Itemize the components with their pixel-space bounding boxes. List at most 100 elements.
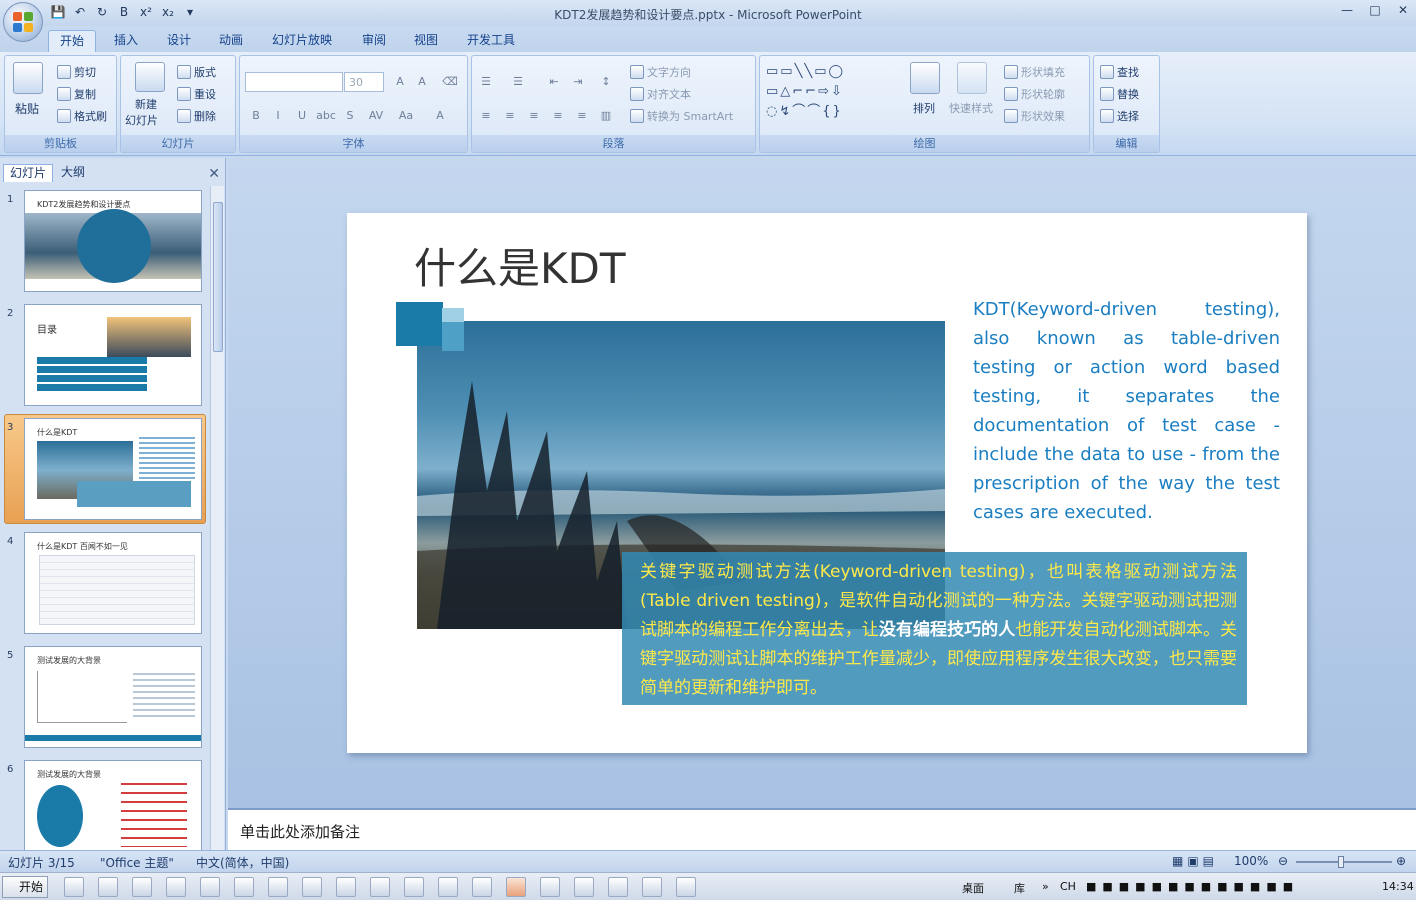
app-icon[interactable] [676,877,696,897]
tab-insert[interactable]: 插入 [103,30,149,52]
change-case-button[interactable]: Aa [396,106,416,126]
grow-font-icon[interactable]: A [390,72,410,92]
replace-button[interactable]: 替换 [1100,86,1139,102]
decrease-indent-icon[interactable]: ⇤ [544,72,564,92]
convert-smartart-button[interactable]: 转换为 SmartArt [630,108,733,124]
italic-button[interactable]: I [268,106,288,126]
format-painter-button[interactable]: 格式刷 [57,108,107,124]
shrink-font-icon[interactable]: A [412,72,432,92]
slide-thumbnail-6[interactable]: 测试发展的大背景 [24,760,202,850]
close-panel-icon[interactable]: ✕ [208,166,220,182]
tab-slides[interactable]: 幻灯片 [3,164,54,182]
delete-slide-button[interactable]: 删除 [177,108,216,124]
library-toolbar[interactable]: 库 [1014,880,1025,896]
slide-thumbnail-2[interactable]: 目录 [24,304,202,406]
distribute-icon[interactable]: ≡ [572,106,592,126]
zoom-out-icon[interactable]: ⊖ [1278,854,1288,868]
new-slide-button[interactable]: 新建 [135,96,157,112]
app-icon[interactable] [574,877,594,897]
tab-slideshow[interactable]: 幻灯片放映 [261,30,343,52]
english-definition[interactable]: KDT(Keyword-driven testing), also known … [973,295,1280,527]
shape-outline-button[interactable]: 形状轮廓 [1004,86,1065,102]
app-icon[interactable] [540,877,560,897]
zoom-slider-thumb[interactable] [1338,856,1344,868]
tab-outline[interactable]: 大纲 [55,164,91,182]
cmd-icon[interactable] [268,877,288,897]
bullets-icon[interactable]: ☰ [476,72,496,92]
find-button[interactable]: 查找 [1100,64,1139,80]
tab-developer[interactable]: 开发工具 [456,30,526,52]
tab-design[interactable]: 设计 [156,30,202,52]
toolbar-chevron-icon[interactable]: » [1042,880,1049,893]
desktop-toolbar[interactable]: 桌面 [962,880,984,896]
powerpoint-icon[interactable] [506,877,526,897]
char-spacing-button[interactable]: AV [366,106,386,126]
notes-pane[interactable]: 单击此处添加备注 [228,808,1416,850]
slide-thumbnail-1[interactable]: KDT2发展趋势和设计要点 [24,190,202,292]
app-icon[interactable] [200,877,220,897]
shape-fill-button[interactable]: 形状填充 [1004,64,1065,80]
shapes-gallery[interactable]: ▭▭╲╲▭◯ ▭△⌐⌐⇨⇩ ◌↯⌒⌒{} [766,62,894,124]
bold-button[interactable]: B [246,106,266,126]
font-color-button[interactable]: A [430,106,450,126]
app-icon[interactable] [608,877,628,897]
maximize-button[interactable]: □ [1368,3,1382,17]
clock[interactable]: 14:34 [1382,880,1414,893]
quick-styles-button[interactable]: 快速样式 [949,100,993,116]
select-button[interactable]: 选择 [1100,108,1139,124]
font-name-box[interactable] [245,72,343,92]
input-method[interactable]: CH [1060,880,1076,893]
browser-icon[interactable] [98,877,118,897]
new-slide-icon[interactable] [135,62,165,92]
paste-icon[interactable] [13,62,43,94]
layout-button[interactable]: 版式 [177,64,216,80]
office-button[interactable] [3,2,43,42]
minimize-button[interactable]: — [1340,3,1354,17]
arrange-button[interactable]: 排列 [913,100,935,116]
justify-icon[interactable]: ≡ [548,106,568,126]
cut-button[interactable]: 剪切 [57,64,96,80]
increase-indent-icon[interactable]: ⇥ [568,72,588,92]
app-icon[interactable] [438,877,458,897]
shadow-button[interactable]: S [340,106,360,126]
language-indicator[interactable]: 中文(简体，中国) [196,854,289,871]
tray-icons[interactable]: ■■■■■■■■■■■■■ [1086,880,1299,893]
tab-home[interactable]: 开始 [48,30,97,52]
align-left-icon[interactable]: ≡ [476,106,496,126]
underline-button[interactable]: U [292,106,312,126]
new-slide-button-line2[interactable]: 幻灯片 [125,112,158,128]
clear-format-icon[interactable]: ⌫ [440,72,460,92]
quick-styles-icon[interactable] [957,62,987,94]
start-button[interactable]: 开始 [2,876,48,898]
app-icon[interactable] [472,877,492,897]
font-size-box[interactable]: 30 [344,72,384,92]
zoom-slider[interactable] [1296,861,1392,863]
columns-icon[interactable]: ▥ [596,106,616,126]
align-center-icon[interactable]: ≡ [500,106,520,126]
shape-effects-button[interactable]: 形状效果 [1004,108,1065,124]
line-spacing-icon[interactable]: ↕ [596,72,616,92]
app-icon[interactable] [234,877,254,897]
copy-button[interactable]: 复制 [57,86,96,102]
tab-animations[interactable]: 动画 [208,30,254,52]
slide-thumbnail-3[interactable]: 什么是KDT [24,418,202,520]
chrome-icon[interactable] [132,877,152,897]
search-icon[interactable] [302,877,322,897]
document-icon[interactable] [370,877,390,897]
zoom-in-icon[interactable]: ⊕ [1396,854,1406,868]
tab-review[interactable]: 审阅 [351,30,397,52]
arrange-icon[interactable] [910,62,940,94]
slide-thumbnail-5[interactable]: 测试发展的大背景 [24,646,202,748]
numbering-icon[interactable]: ☰ [508,72,528,92]
zoom-level[interactable]: 100% [1234,854,1268,868]
slide-title[interactable]: 什么是KDT [414,235,626,296]
chinese-definition-box[interactable]: 关键字驱动测试方法(Keyword-driven testing)，也叫表格驱动… [622,552,1247,705]
text-direction-button[interactable]: 文字方向 [630,64,691,80]
view-buttons[interactable]: ▦▣▤ [1172,854,1218,868]
paste-button[interactable]: 粘贴 [15,100,39,117]
folder-icon[interactable] [64,877,84,897]
slide[interactable]: 什么是KDT KDT(Keyword-driven testing), also… [347,213,1307,753]
app-icon[interactable] [336,877,356,897]
app-icon[interactable] [642,877,662,897]
app-icon[interactable] [404,877,424,897]
